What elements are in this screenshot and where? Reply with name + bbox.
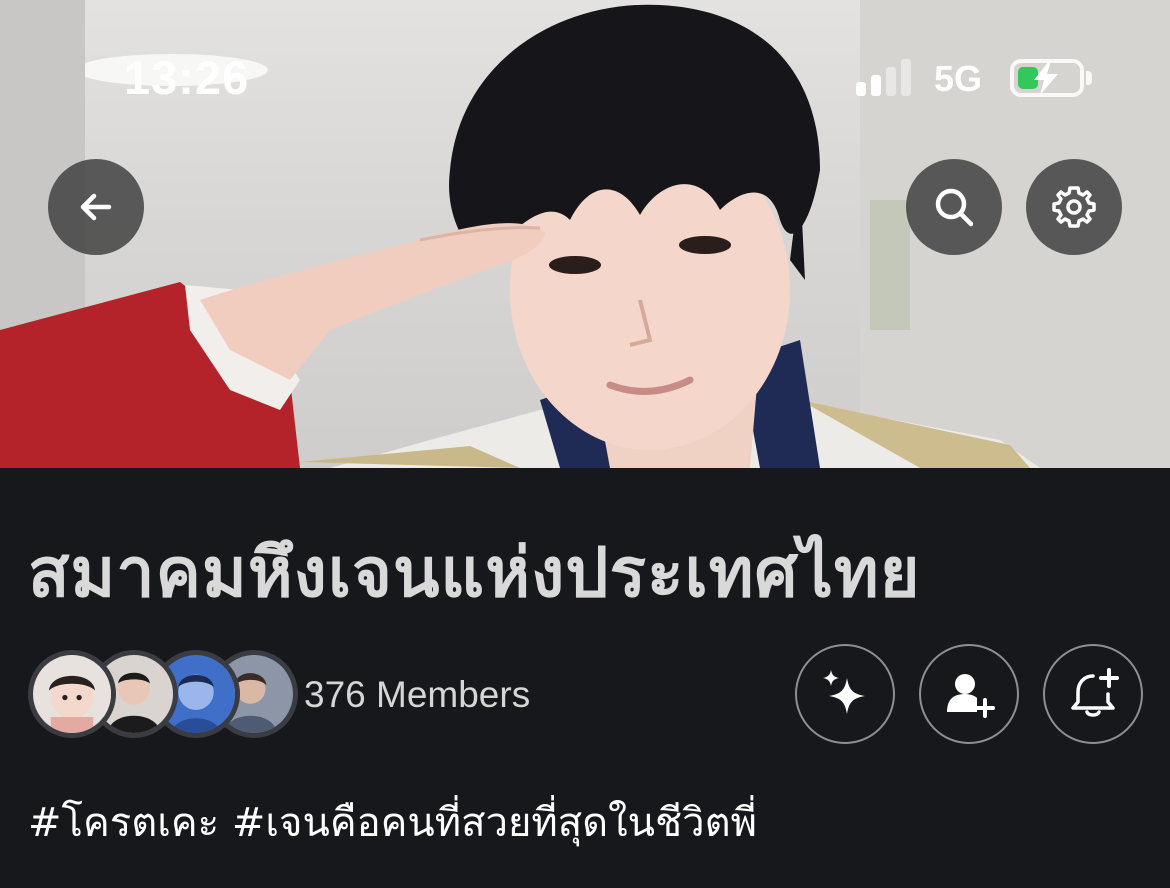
avatar: [28, 650, 116, 738]
cover-photo: 13:26 5G: [0, 0, 1170, 468]
members-count[interactable]: 376 Members: [304, 674, 530, 716]
settings-button[interactable]: [1026, 159, 1122, 255]
battery-cap: [1086, 71, 1092, 85]
network-type: 5G: [934, 58, 983, 99]
signal-strength-icon: [856, 58, 916, 96]
search-button[interactable]: [906, 159, 1002, 255]
invite-member-button[interactable]: [919, 644, 1019, 744]
arrow-left-icon: [80, 193, 112, 221]
notification-button[interactable]: [1043, 644, 1143, 744]
member-avatars[interactable]: [28, 650, 298, 740]
back-button[interactable]: [48, 159, 144, 255]
add-person-icon: [947, 674, 995, 718]
group-hashtags[interactable]: #โครตเคะ #เจนคือคนที่สวยที่สุดในชีวิตพี่: [28, 790, 757, 854]
group-title: สมาคมหึงเจนแห่งประเทศไทย: [28, 534, 921, 613]
status-time: 13:26: [124, 51, 250, 104]
search-icon: [935, 188, 974, 227]
gear-icon: [1052, 186, 1096, 228]
charging-bolt-icon: [1034, 61, 1058, 95]
sparkles-button[interactable]: [795, 644, 895, 744]
group-info: สมาคมหึงเจนแห่งประเทศไทย 376 Members #โค…: [0, 468, 1170, 888]
group-screen: 13:26 5G สมาคมหึงเจนแห่งประเทศไทย 376 Me…: [0, 0, 1170, 888]
bell-plus-icon: [1071, 668, 1119, 717]
sparkles-icon: [823, 670, 865, 714]
